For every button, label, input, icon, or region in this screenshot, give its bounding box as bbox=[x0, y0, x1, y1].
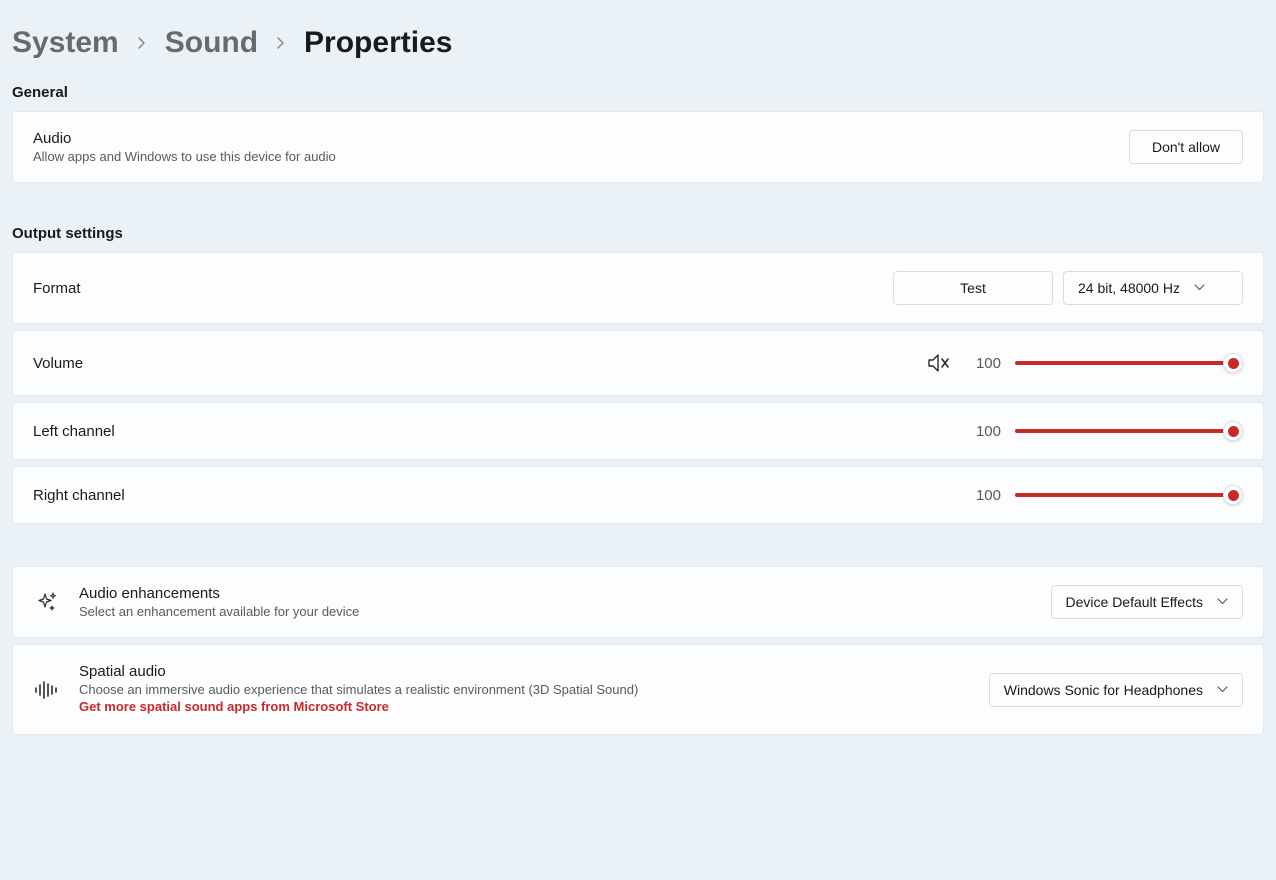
right-channel-value: 100 bbox=[967, 487, 1001, 504]
volume-label: Volume bbox=[33, 355, 907, 372]
card-right-channel: Right channel 100 bbox=[12, 466, 1264, 524]
chevron-down-icon bbox=[1194, 282, 1205, 294]
breadcrumb-system[interactable]: System bbox=[12, 26, 119, 60]
enhancements-select[interactable]: Device Default Effects bbox=[1051, 585, 1243, 619]
spatial-select[interactable]: Windows Sonic for Headphones bbox=[989, 673, 1243, 707]
right-channel-label: Right channel bbox=[33, 487, 949, 504]
sparkle-icon bbox=[33, 588, 61, 616]
card-format: Format Test 24 bit, 48000 Hz bbox=[12, 252, 1264, 324]
soundwave-icon bbox=[33, 676, 61, 704]
enhancements-title: Audio enhancements bbox=[79, 585, 1033, 602]
card-left-channel: Left channel 100 bbox=[12, 402, 1264, 460]
volume-slider[interactable] bbox=[1015, 353, 1243, 373]
breadcrumb: System Sound Properties bbox=[12, 12, 1264, 84]
section-header-output: Output settings bbox=[12, 225, 1264, 252]
audio-title: Audio bbox=[33, 130, 1111, 147]
test-button[interactable]: Test bbox=[893, 271, 1053, 305]
spatial-store-link[interactable]: Get more spatial sound apps from Microso… bbox=[79, 699, 389, 714]
breadcrumb-current: Properties bbox=[304, 26, 452, 60]
card-spatial-audio: Spatial audio Choose an immersive audio … bbox=[12, 644, 1264, 735]
enhancements-subtitle: Select an enhancement available for your… bbox=[79, 604, 1033, 619]
left-channel-value: 100 bbox=[967, 423, 1001, 440]
card-volume: Volume 100 bbox=[12, 330, 1264, 396]
chevron-down-icon bbox=[1217, 684, 1228, 696]
spatial-select-value: Windows Sonic for Headphones bbox=[1004, 682, 1203, 698]
left-channel-slider[interactable] bbox=[1015, 421, 1243, 441]
format-label: Format bbox=[33, 280, 875, 297]
speaker-mute-icon[interactable] bbox=[925, 349, 953, 377]
audio-subtitle: Allow apps and Windows to use this devic… bbox=[33, 149, 1111, 164]
spatial-subtitle: Choose an immersive audio experience tha… bbox=[79, 682, 971, 697]
spatial-title: Spatial audio bbox=[79, 663, 971, 680]
card-audio: Audio Allow apps and Windows to use this… bbox=[12, 111, 1264, 183]
volume-value: 100 bbox=[967, 355, 1001, 372]
right-channel-slider[interactable] bbox=[1015, 485, 1243, 505]
chevron-right-icon bbox=[137, 36, 147, 50]
chevron-down-icon bbox=[1217, 596, 1228, 608]
chevron-right-icon bbox=[276, 36, 286, 50]
breadcrumb-sound[interactable]: Sound bbox=[165, 26, 258, 60]
format-select[interactable]: 24 bit, 48000 Hz bbox=[1063, 271, 1243, 305]
card-audio-enhancements: Audio enhancements Select an enhancement… bbox=[12, 566, 1264, 638]
format-select-value: 24 bit, 48000 Hz bbox=[1078, 280, 1180, 296]
dont-allow-button[interactable]: Don't allow bbox=[1129, 130, 1243, 164]
enhancements-select-value: Device Default Effects bbox=[1066, 594, 1203, 610]
left-channel-label: Left channel bbox=[33, 423, 949, 440]
section-header-general: General bbox=[12, 84, 1264, 111]
